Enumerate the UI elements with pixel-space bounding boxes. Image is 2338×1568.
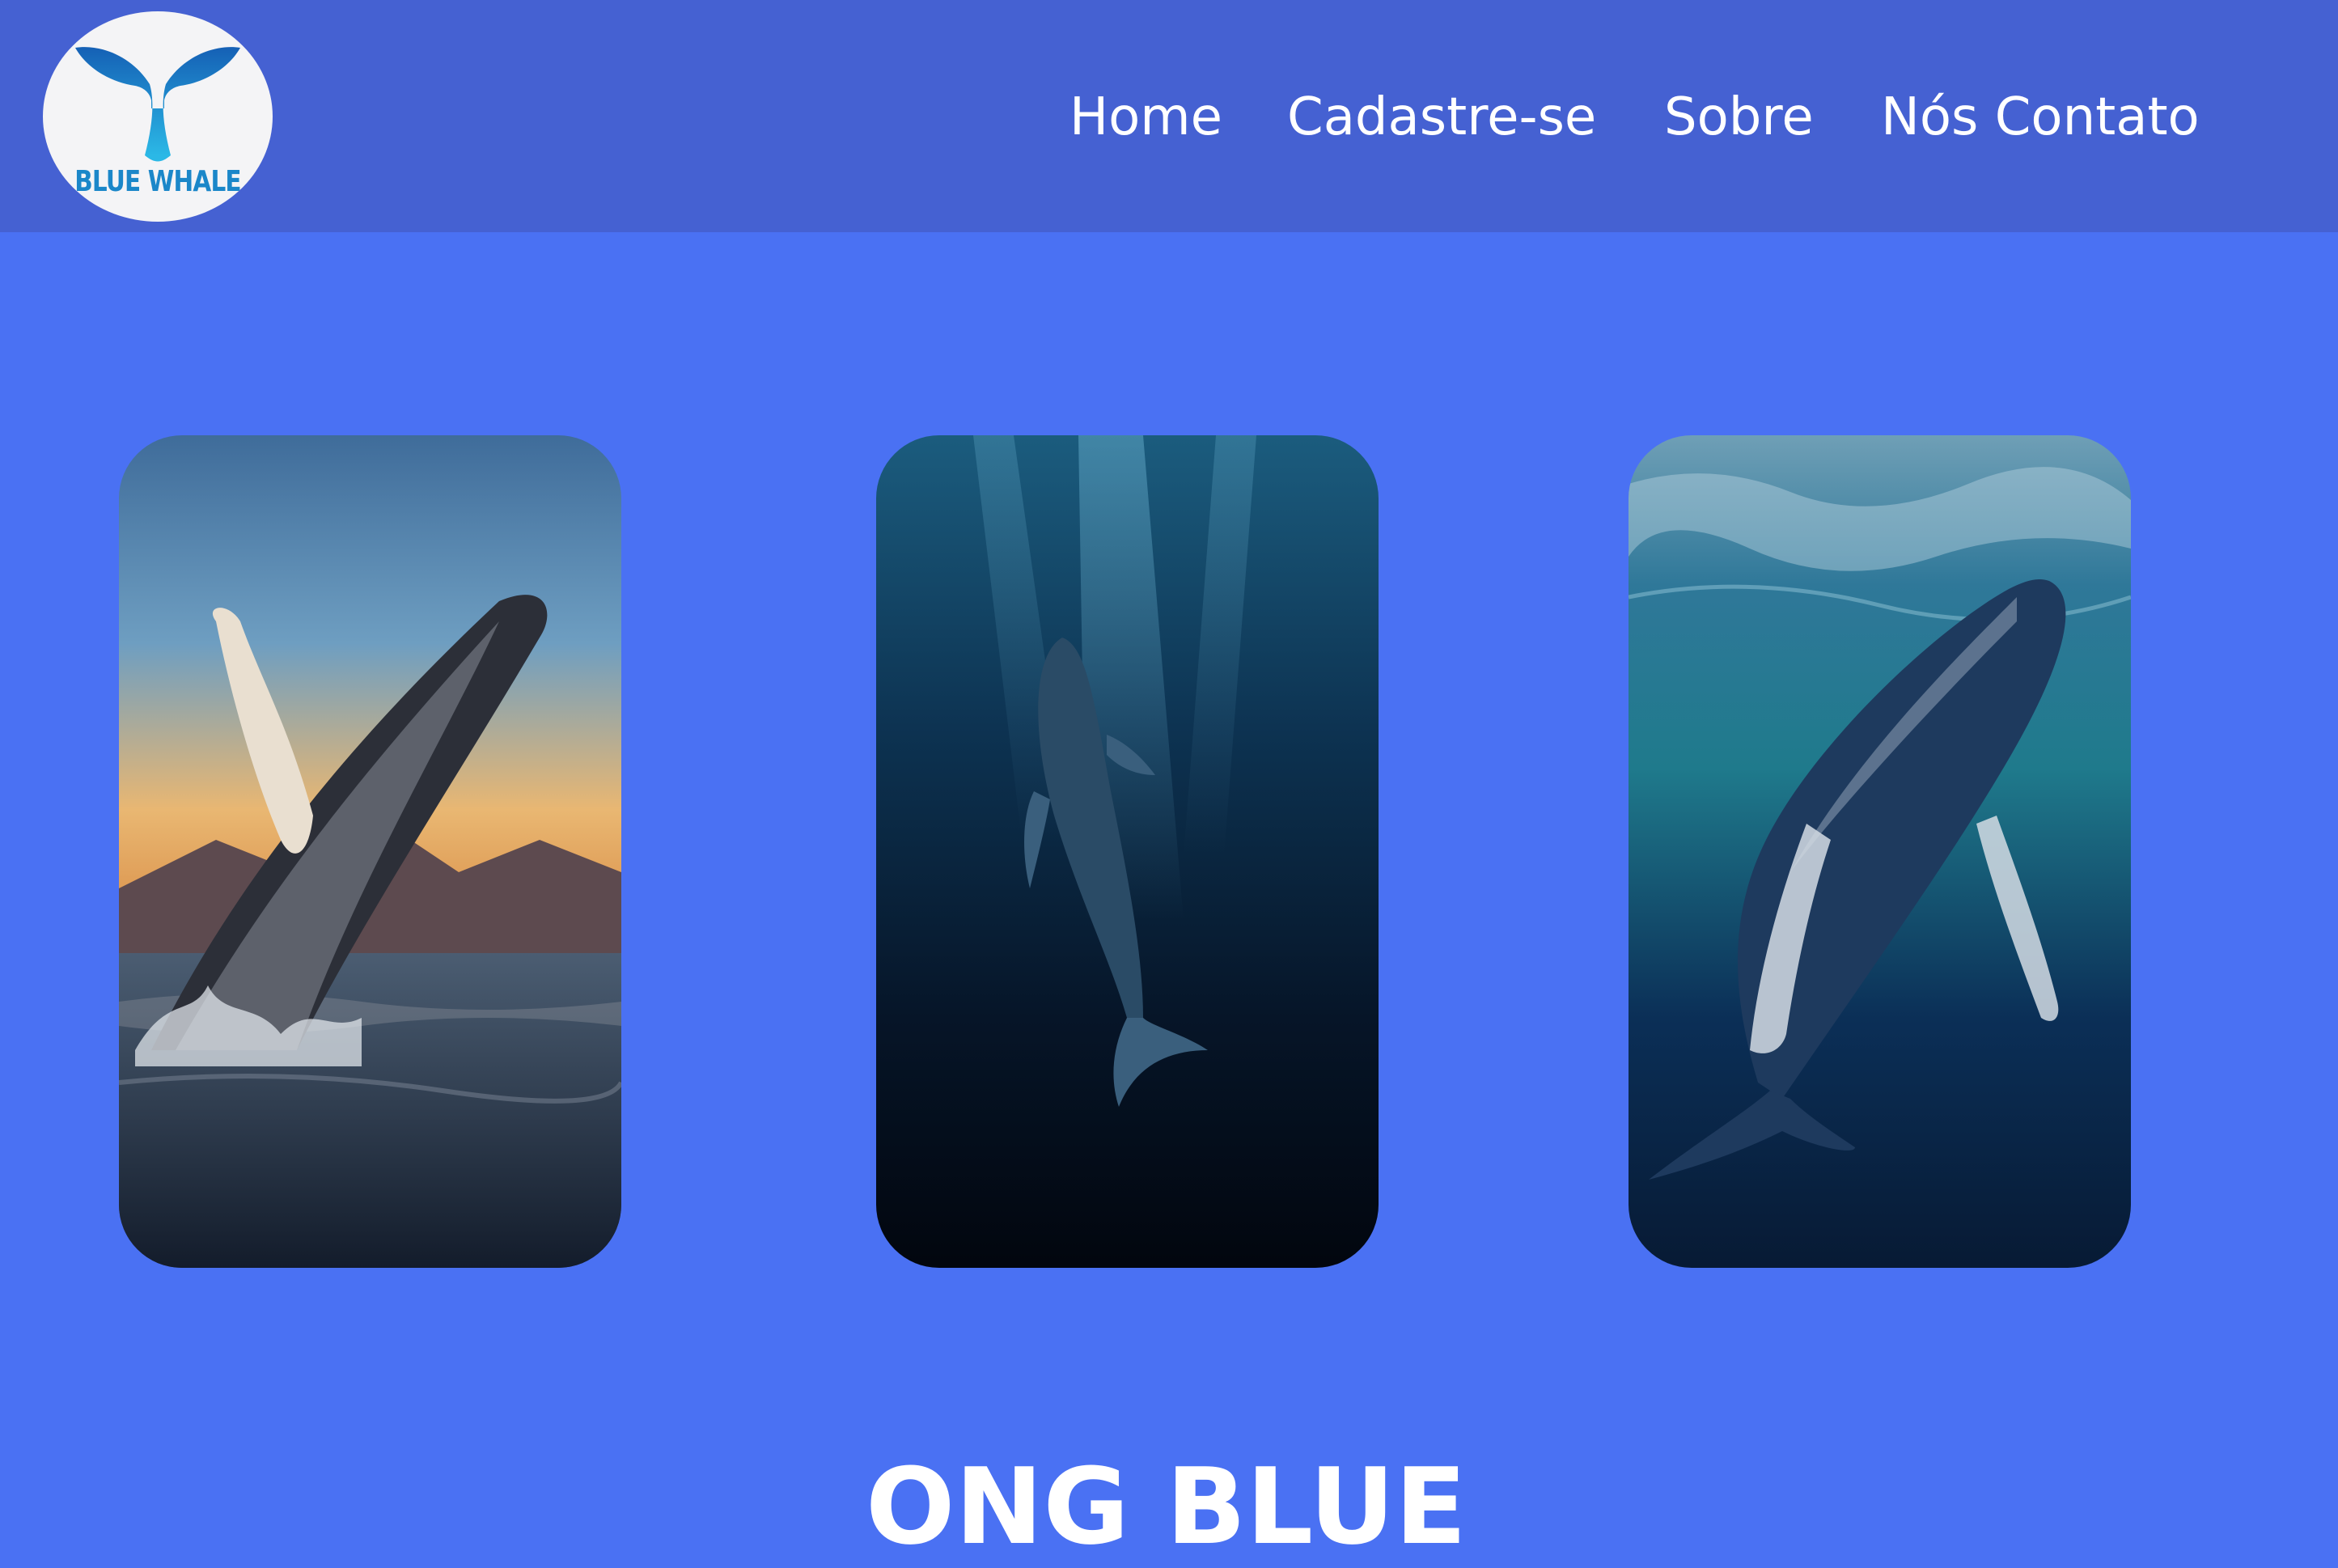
whale-photo-card: [119, 435, 621, 1268]
whale-deep-water-image: [876, 435, 1379, 1268]
whale-photo-card: [1629, 435, 2131, 1268]
whale-photo-card: [876, 435, 1379, 1268]
page-headline: ONG BLUE: [866, 1445, 1467, 1568]
humpback-breaching-image: [119, 435, 621, 1268]
nav-link-home[interactable]: Home: [1069, 81, 1222, 154]
nav-link-sobre[interactable]: Sobre: [1664, 81, 1814, 154]
humpback-underwater-image: [1629, 435, 2131, 1268]
site-header: BLUE WHALE Home Cadastre-se Sobre Nós Co…: [0, 0, 2338, 232]
nav-link-contato[interactable]: Nós Contato: [1881, 81, 2200, 154]
nav-link-cadastre-se[interactable]: Cadastre-se: [1287, 81, 1596, 154]
logo[interactable]: BLUE WHALE: [43, 11, 273, 222]
logo-text: BLUE WHALE: [74, 165, 241, 198]
